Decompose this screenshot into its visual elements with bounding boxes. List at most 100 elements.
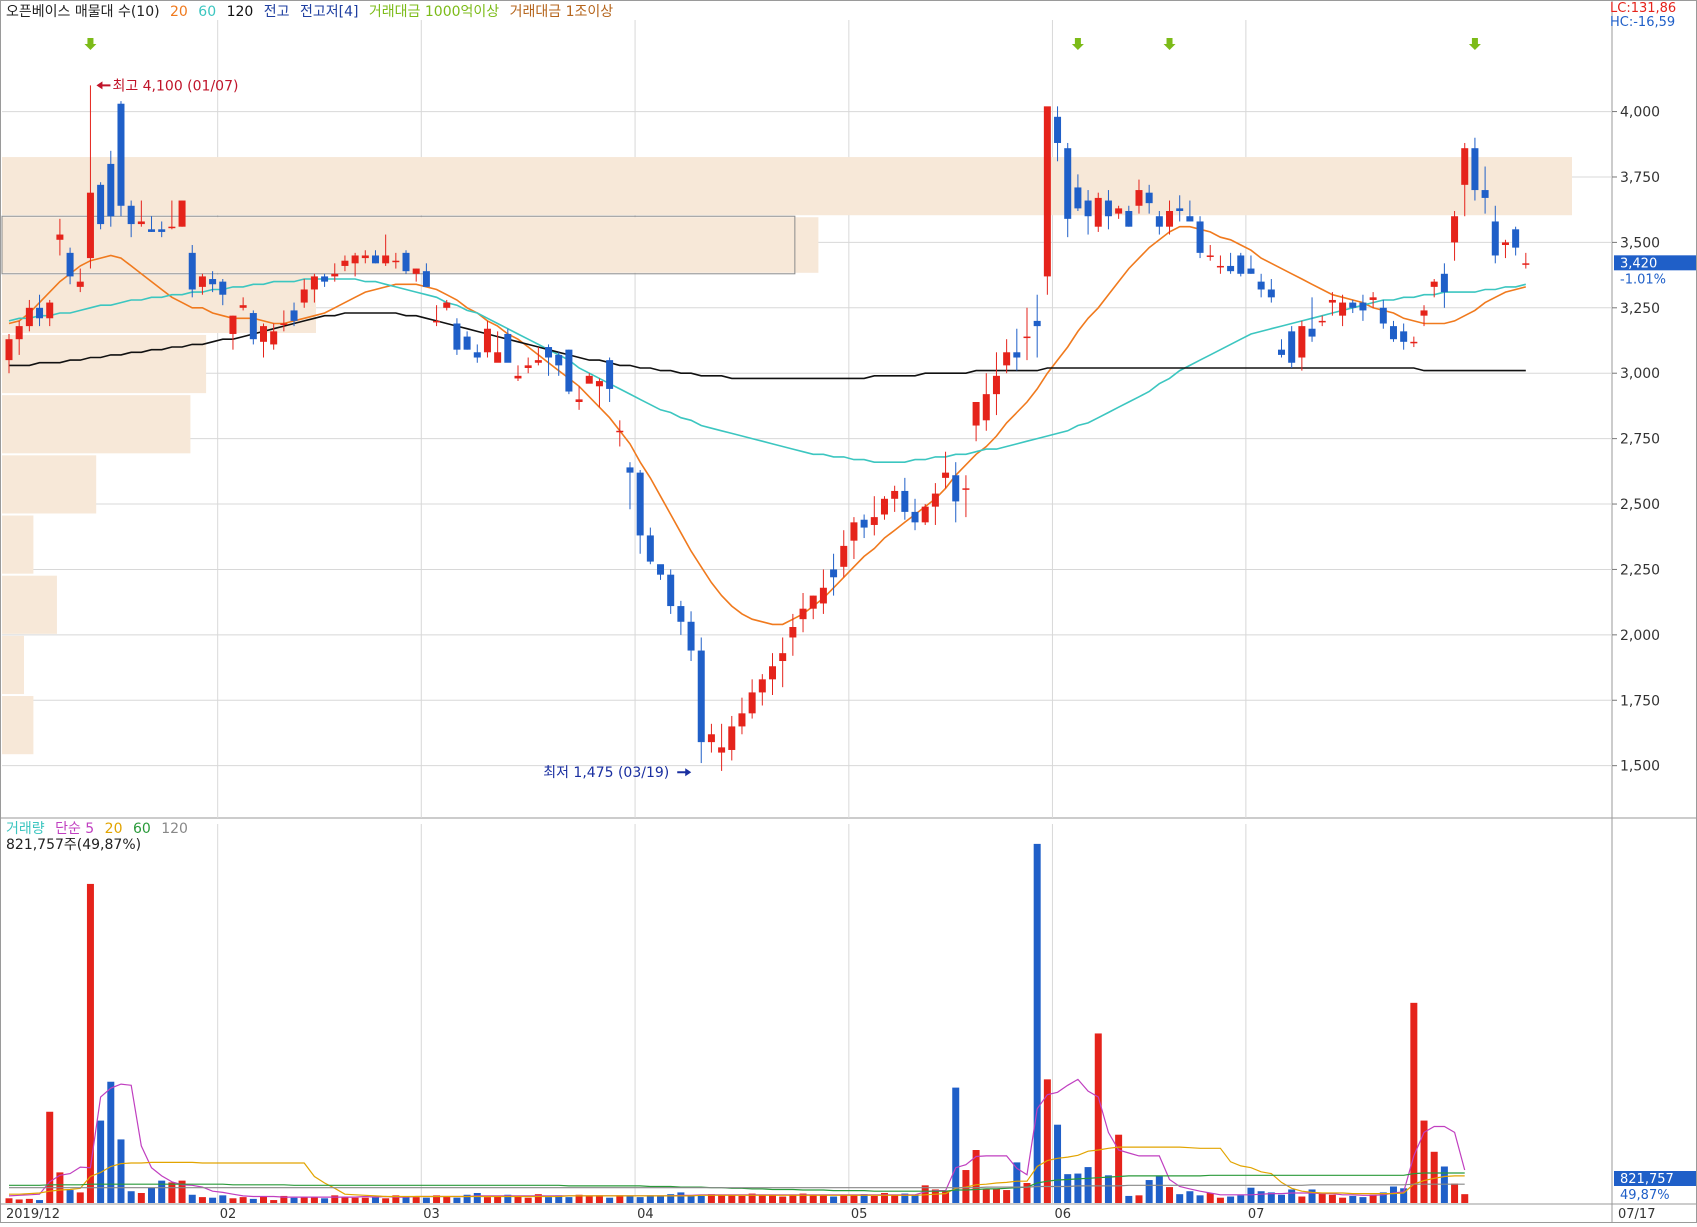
volume-bar-down xyxy=(697,1195,705,1203)
date-tick-label: 05 xyxy=(851,1207,868,1222)
volume-profile-bar xyxy=(2,455,97,514)
legend-ma120[interactable]: 120 xyxy=(227,4,254,20)
candle-up xyxy=(1115,208,1123,214)
volume-bar-up xyxy=(514,1196,522,1203)
volume-bar-up xyxy=(300,1197,308,1203)
volume-profile-bar xyxy=(2,635,24,695)
volume-bar-down xyxy=(1349,1195,1357,1203)
volume-bar-down xyxy=(249,1198,257,1203)
volume-bar-up xyxy=(809,1194,817,1203)
volume-bar-up xyxy=(1135,1195,1143,1203)
volume-bar-down xyxy=(1389,1186,1397,1203)
legend-amount-1000[interactable]: 거래대금 1000억이상 xyxy=(369,4,499,20)
volume-bar-up xyxy=(718,1195,726,1203)
volume-bar-up xyxy=(239,1197,247,1203)
volume-bar-up xyxy=(412,1197,420,1203)
candle-down xyxy=(1308,328,1316,337)
volume-bar-up xyxy=(198,1197,206,1203)
volume-bar-down xyxy=(952,1087,960,1203)
candle-up xyxy=(1420,310,1428,316)
legend-amount-1t[interactable]: 거래대금 1조이상 xyxy=(510,4,614,20)
candle-down xyxy=(1491,221,1499,256)
candle-down xyxy=(1278,349,1285,355)
volume-bar-down xyxy=(290,1197,298,1203)
legend-ma60[interactable]: 60 xyxy=(198,4,216,20)
candle-down xyxy=(209,279,217,285)
candle-up xyxy=(534,360,542,363)
candle-down xyxy=(545,347,553,358)
volume-bar-up xyxy=(443,1196,451,1203)
candle-up xyxy=(1430,281,1438,287)
volume-bar-down xyxy=(473,1192,481,1203)
date-tick-label: 04 xyxy=(637,1207,654,1222)
candle-up xyxy=(280,323,288,326)
high-marker-arrow-icon xyxy=(96,81,111,90)
candle-down xyxy=(1104,200,1112,217)
volume-bar-up xyxy=(382,1198,390,1203)
volume-bar-up xyxy=(5,1198,13,1203)
volume-bar-up xyxy=(1328,1194,1336,1203)
candle-up xyxy=(1328,299,1336,303)
volume-bar-up xyxy=(137,1192,145,1203)
volume-bar-down xyxy=(188,1194,196,1203)
volume-bar-down xyxy=(606,1197,614,1203)
volume-bar-down xyxy=(371,1197,379,1203)
candle-up xyxy=(1451,216,1459,243)
price-tick-label: 1,750 xyxy=(1620,693,1660,709)
legend-ma20[interactable]: 20 xyxy=(170,4,188,20)
volume-bar-down xyxy=(565,1197,573,1203)
legend-prev-high-n[interactable]: 전고저[4] xyxy=(300,4,358,20)
volume-bar-down xyxy=(657,1196,665,1203)
vol-legend-ma120[interactable]: 120 xyxy=(161,821,188,837)
candle-down xyxy=(249,313,257,340)
candle-down xyxy=(1074,187,1082,209)
signal-arrow-icon xyxy=(1163,38,1176,50)
volume-bar-up xyxy=(25,1198,33,1203)
candle-up xyxy=(585,375,593,384)
candle-up xyxy=(494,352,502,363)
candle-up xyxy=(15,326,23,340)
candle-up xyxy=(331,273,339,277)
candle-up xyxy=(76,281,84,287)
volume-bar-up xyxy=(789,1195,797,1203)
candle-up xyxy=(300,289,308,303)
volume-bar-up xyxy=(891,1195,899,1203)
date-tick-label: 2019/12 xyxy=(6,1207,60,1222)
candle-down xyxy=(1359,302,1367,311)
legend-title[interactable]: 오픈베이스 매물대 수(10) xyxy=(6,4,160,20)
stock-chart[interactable]: 4,000 3,750 3,500 3,250 3,000 2,750 2,500 2,250… xyxy=(0,0,1697,1223)
volume-bar-up xyxy=(1339,1197,1347,1203)
volume-bar-down xyxy=(1359,1197,1367,1203)
candle-up xyxy=(361,255,369,259)
candle-down xyxy=(1064,148,1072,219)
candle-up xyxy=(748,692,756,714)
chart-canvas[interactable]: 4,000 3,750 3,500 3,250 3,000 2,750 2,500 2,250… xyxy=(0,0,1697,1223)
candle-down xyxy=(626,467,634,473)
candle-up xyxy=(1166,210,1174,227)
candle-up xyxy=(1318,320,1326,323)
volume-current: 821,757주(49,87%) xyxy=(6,837,142,853)
volume-profile-bar xyxy=(2,217,819,273)
volume-bar-up xyxy=(483,1197,491,1203)
candle-up xyxy=(870,517,878,525)
volume-bar-down xyxy=(1176,1194,1184,1203)
candle-down xyxy=(453,323,461,350)
candle-down xyxy=(1145,192,1153,204)
low-annotation: 최저 1,475 (03/19) xyxy=(543,765,669,781)
volume-bar-down xyxy=(1278,1194,1285,1203)
candle-down xyxy=(911,511,919,523)
candle-down xyxy=(1084,200,1092,217)
candle-down xyxy=(463,336,471,350)
volume-bar-up xyxy=(1216,1197,1224,1203)
candle-up xyxy=(707,734,715,743)
candle-up xyxy=(728,726,736,750)
volume-bar-down xyxy=(1196,1195,1204,1203)
volume-bar-up xyxy=(1298,1196,1306,1203)
candle-up xyxy=(880,498,888,515)
volume-bar-down xyxy=(66,1190,74,1203)
volume-bar-down xyxy=(36,1200,44,1203)
candle-up xyxy=(769,666,776,680)
candle-down xyxy=(66,252,74,277)
volume-bar-down xyxy=(626,1196,634,1203)
legend-prev-high[interactable]: 전고 xyxy=(264,4,290,20)
